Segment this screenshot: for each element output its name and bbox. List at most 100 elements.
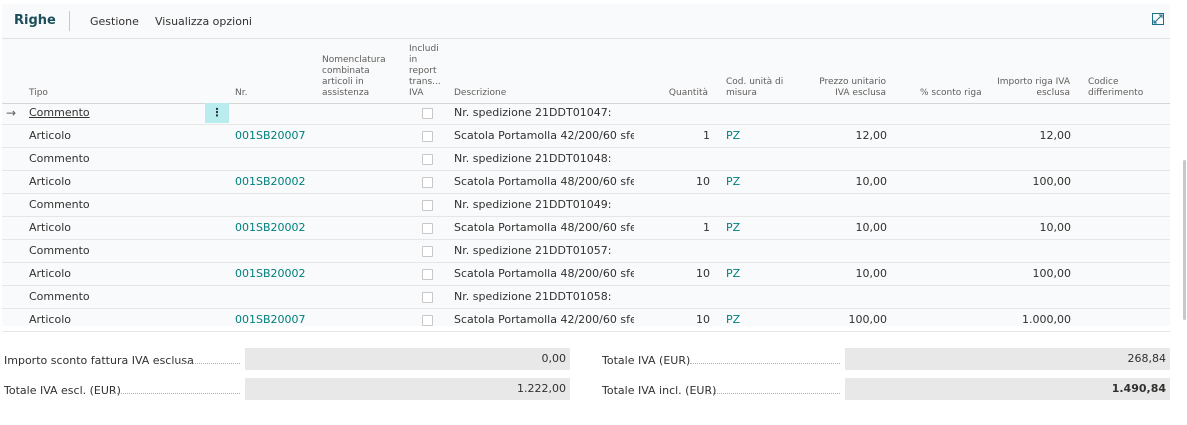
cell-descrizione[interactable]: Scatola Portamolla 48/200/60 sfe... <box>454 171 634 193</box>
cell-quantita[interactable] <box>662 148 710 170</box>
tab-gestione[interactable]: Gestione <box>90 15 139 28</box>
cell-importo[interactable]: 100,00 <box>982 171 1072 193</box>
cell-descrizione[interactable]: Nr. spedizione 21DDT01057: <box>454 240 634 262</box>
table-row[interactable]: Articolo 001SB20002 Scatola Portamolla 48/… <box>2 171 1170 194</box>
cell-quantita[interactable]: 1 <box>662 125 710 147</box>
cell-tipo[interactable]: Articolo <box>29 171 199 193</box>
includi-checkbox[interactable] <box>422 223 433 234</box>
cell-prezzo[interactable] <box>802 194 887 216</box>
table-row[interactable]: Commento Nr. spedizione 21DDT01058: <box>2 286 1170 309</box>
cell-importo[interactable] <box>982 240 1071 262</box>
cell-nr[interactable] <box>235 102 315 124</box>
cell-prezzo[interactable]: 10,00 <box>802 217 888 239</box>
col-header-nomenclatura[interactable]: Nomenclatura combinata articoli in assis… <box>322 55 386 99</box>
cell-prezzo[interactable]: 12,00 <box>802 125 888 147</box>
cell-unita[interactable] <box>726 102 766 124</box>
cell-tipo[interactable]: Articolo <box>29 217 199 239</box>
cell-importo[interactable]: 100,00 <box>982 263 1072 285</box>
cell-importo[interactable] <box>982 102 1071 124</box>
cell-prezzo[interactable] <box>802 148 887 170</box>
cell-nr[interactable] <box>235 240 315 262</box>
cell-descrizione[interactable]: Scatola Portamolla 48/200/60 sfe... <box>454 263 634 285</box>
vertical-scrollbar[interactable] <box>1183 160 1186 320</box>
cell-unita[interactable]: PZ <box>726 125 766 147</box>
table-row[interactable]: Articolo 001SB20007 Scatola Portamolla 42/… <box>2 125 1170 148</box>
cell-unita[interactable]: PZ <box>726 263 766 285</box>
cell-prezzo[interactable] <box>802 240 887 262</box>
cell-quantita[interactable] <box>662 286 710 308</box>
table-row[interactable]: Commento Nr. spedizione 21DDT01049: <box>2 194 1170 217</box>
includi-checkbox[interactable] <box>422 131 433 142</box>
cell-importo[interactable] <box>982 148 1071 170</box>
col-header-cod-unita[interactable]: Cod. unità di misura <box>726 77 783 99</box>
col-header-codice-differimento[interactable]: Codice differimento <box>1088 77 1143 99</box>
cell-prezzo[interactable]: 10,00 <box>802 263 888 285</box>
col-header-prezzo[interactable]: Prezzo unitario IVA esclusa <box>792 77 886 99</box>
cell-quantita[interactable]: 10 <box>662 171 710 193</box>
col-header-sconto[interactable]: % sconto riga <box>920 88 982 99</box>
tab-righe[interactable]: Righe <box>14 13 56 28</box>
table-row[interactable]: Articolo 001SB20002 Scatola Portamolla 48/… <box>2 217 1170 240</box>
cell-nr[interactable] <box>235 148 315 170</box>
tab-visualizza-opzioni[interactable]: Visualizza opzioni <box>155 15 252 28</box>
cell-unita[interactable]: PZ <box>726 217 766 239</box>
cell-unita[interactable]: PZ <box>726 171 766 193</box>
cell-importo[interactable]: 12,00 <box>982 125 1072 147</box>
table-row[interactable]: Commento Nr. spedizione 21DDT01057: <box>2 240 1170 263</box>
table-row[interactable]: Commento Nr. spedizione 21DDT01048: <box>2 148 1170 171</box>
cell-quantita[interactable]: 1 <box>662 217 710 239</box>
cell-prezzo[interactable]: 10,00 <box>802 171 888 193</box>
cell-unita[interactable] <box>726 194 766 216</box>
cell-nr[interactable] <box>235 194 315 216</box>
cell-tipo[interactable]: Commento <box>29 286 199 308</box>
cell-nr[interactable] <box>235 286 315 308</box>
cell-prezzo[interactable]: 100,00 <box>802 309 888 331</box>
cell-importo[interactable]: 10,00 <box>982 217 1072 239</box>
table-row[interactable]: → ⋮ Commento Nr. spedizione 21DDT01047: <box>2 102 1170 125</box>
cell-quantita[interactable]: 10 <box>662 263 710 285</box>
cell-quantita[interactable]: 10 <box>662 309 710 331</box>
cell-unita[interactable]: PZ <box>726 309 766 331</box>
cell-unita[interactable] <box>726 286 766 308</box>
includi-checkbox[interactable] <box>422 315 433 326</box>
cell-tipo[interactable]: Commento <box>29 240 199 262</box>
includi-checkbox[interactable] <box>422 292 433 303</box>
more-vertical-icon[interactable]: ⋮ <box>205 103 229 123</box>
cell-nr[interactable]: 001SB20007 <box>235 125 315 147</box>
cell-descrizione[interactable]: Scatola Portamolla 42/200/60 sfe... <box>454 309 634 331</box>
cell-tipo[interactable]: Articolo <box>29 309 199 331</box>
includi-checkbox[interactable] <box>422 177 433 188</box>
cell-tipo[interactable]: Articolo <box>29 125 199 147</box>
table-row[interactable]: Articolo 001SB20002 Scatola Portamolla 48/… <box>2 263 1170 286</box>
cell-descrizione[interactable]: Nr. spedizione 21DDT01058: <box>454 286 634 308</box>
cell-prezzo[interactable] <box>802 286 887 308</box>
cell-descrizione[interactable]: Nr. spedizione 21DDT01047: <box>454 102 634 124</box>
cell-descrizione[interactable]: Nr. spedizione 21DDT01049: <box>454 194 634 216</box>
cell-nr[interactable]: 001SB20002 <box>235 217 315 239</box>
col-header-includi[interactable]: Includi in report trans... IVA <box>409 44 441 99</box>
cell-nr[interactable]: 001SB20007 <box>235 309 315 331</box>
table-row[interactable]: Articolo 001SB20007 Scatola Portamolla 42/… <box>2 309 1170 332</box>
cell-quantita[interactable] <box>662 240 710 262</box>
cell-descrizione[interactable]: Nr. spedizione 21DDT01048: <box>454 148 634 170</box>
expand-icon[interactable] <box>1151 12 1165 26</box>
cell-unita[interactable] <box>726 148 766 170</box>
cell-prezzo[interactable] <box>802 102 887 124</box>
cell-importo[interactable]: 1.000,00 <box>982 309 1071 331</box>
col-header-nr[interactable]: Nr. <box>235 88 247 99</box>
cell-tipo[interactable]: Commento <box>29 148 199 170</box>
col-header-importo[interactable]: Importo riga IVA esclusa <box>982 77 1070 99</box>
cell-nr[interactable]: 001SB20002 <box>235 171 315 193</box>
cell-importo[interactable] <box>982 194 1071 216</box>
includi-checkbox[interactable] <box>422 246 433 257</box>
cell-tipo[interactable]: Commento <box>29 102 199 124</box>
cell-quantita[interactable] <box>662 194 710 216</box>
cell-nr[interactable]: 001SB20002 <box>235 263 315 285</box>
cell-importo[interactable] <box>982 286 1071 308</box>
includi-checkbox[interactable] <box>422 154 433 165</box>
cell-descrizione[interactable]: Scatola Portamolla 48/200/60 sfe... <box>454 217 634 239</box>
cell-unita[interactable] <box>726 240 766 262</box>
includi-checkbox[interactable] <box>422 200 433 211</box>
col-header-tipo[interactable]: Tipo <box>29 88 48 99</box>
col-header-quantita[interactable]: Quantità <box>642 88 708 99</box>
